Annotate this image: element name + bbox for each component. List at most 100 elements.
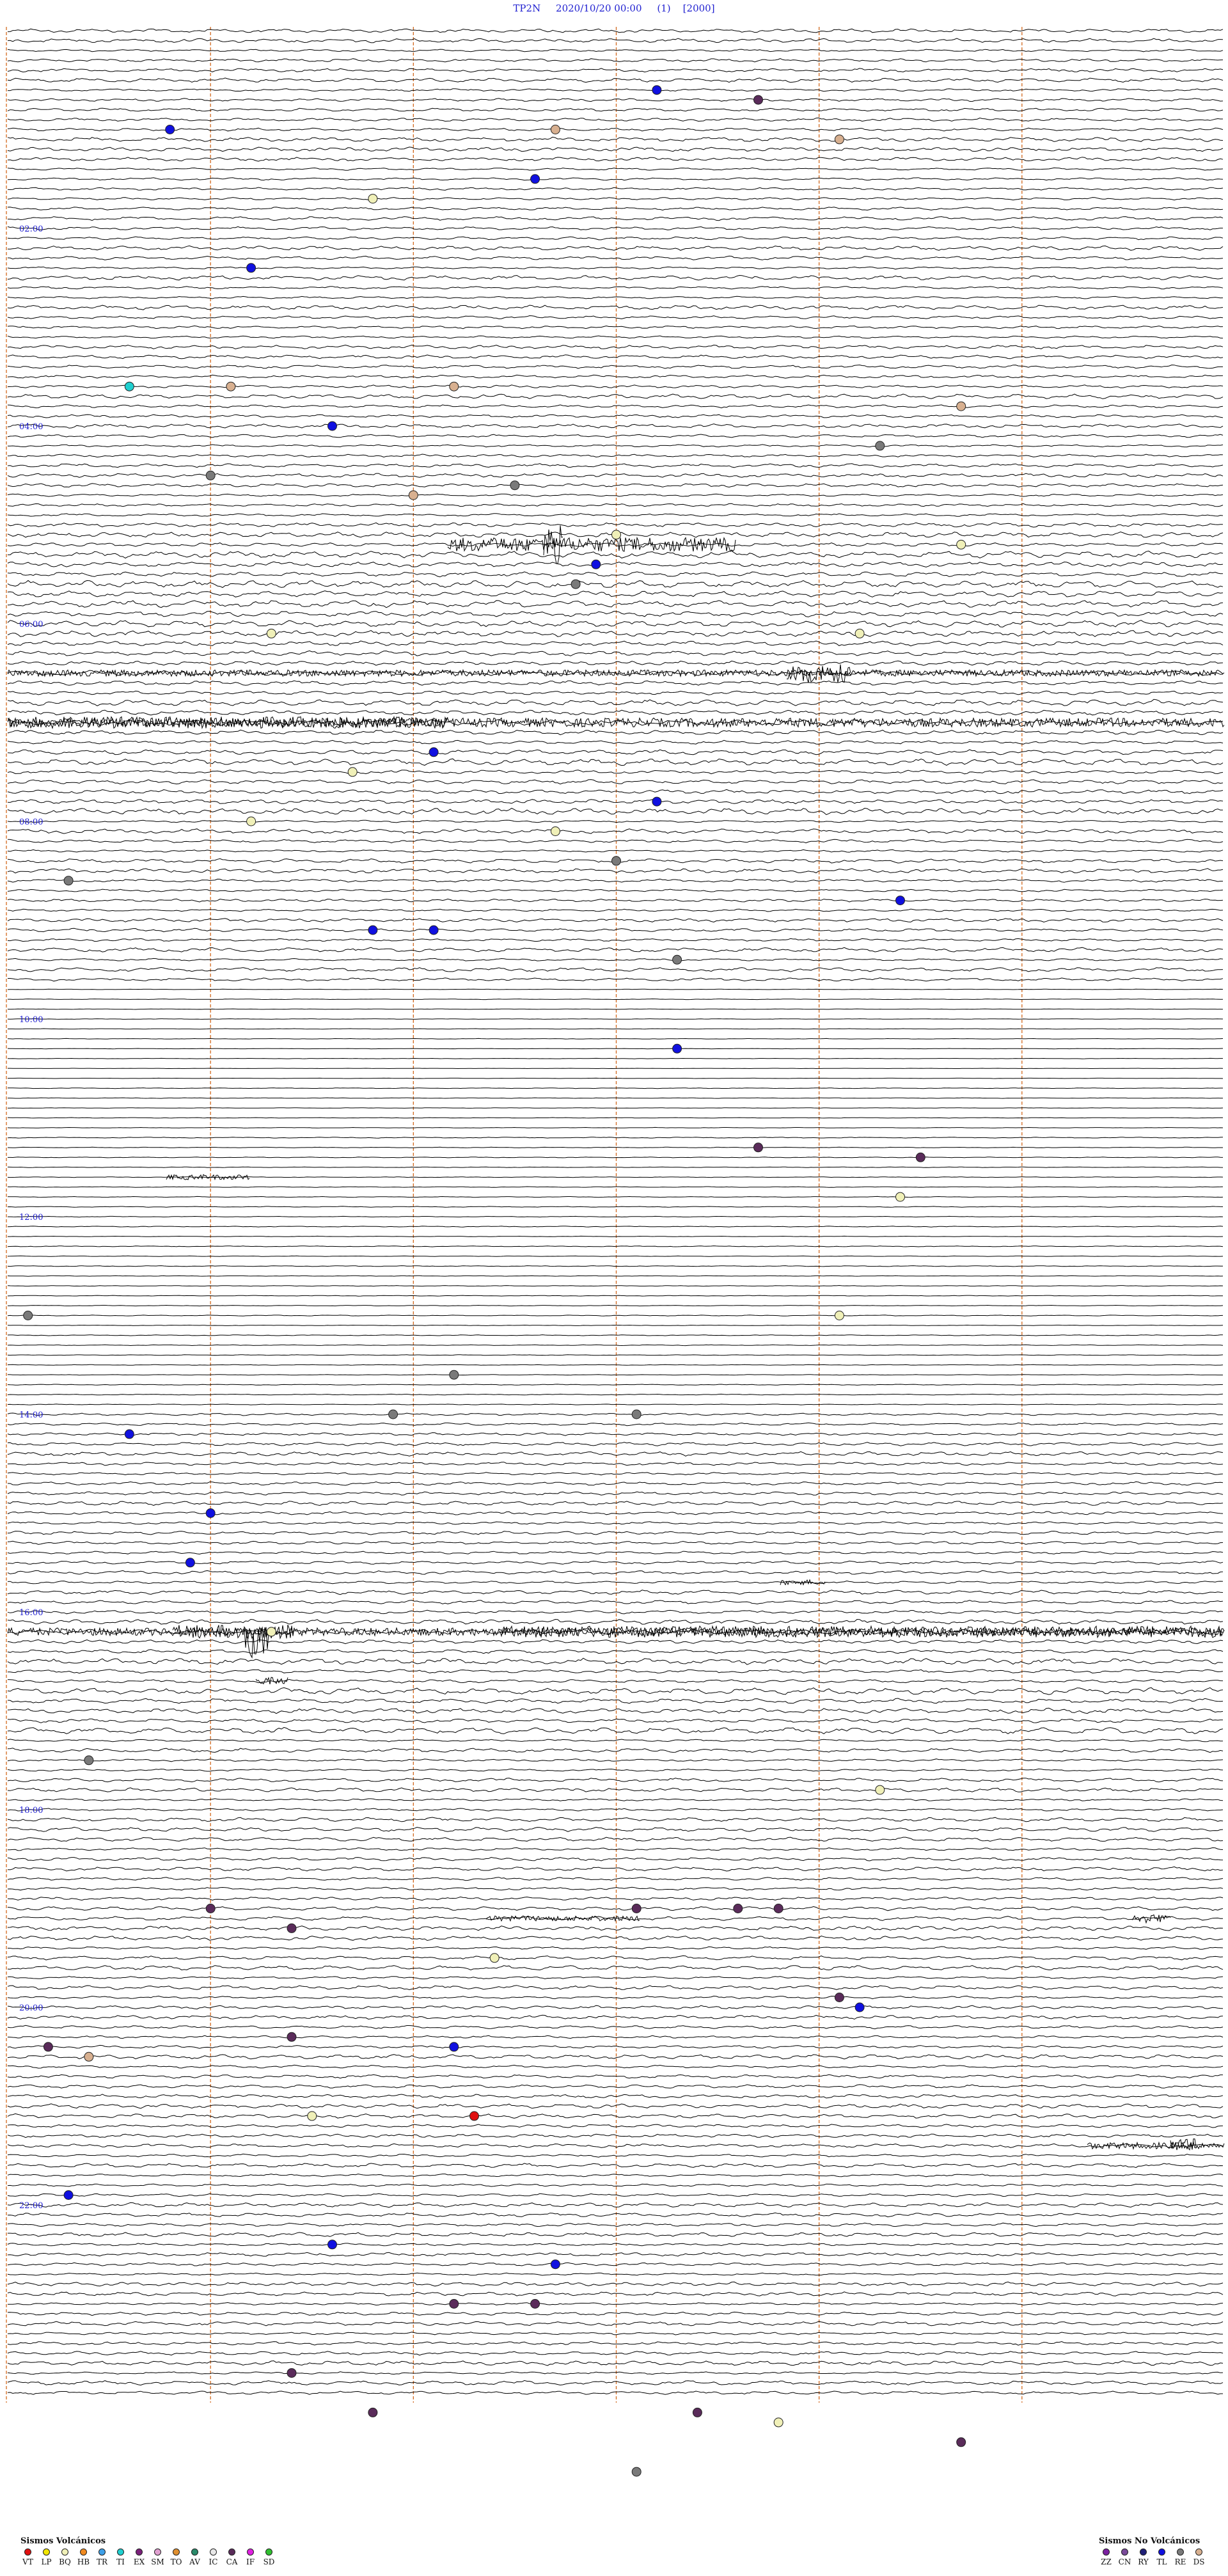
trace-row [7,709,1224,716]
trace-row [7,878,1223,883]
trace-burst [7,715,448,730]
trace-row [7,423,1224,429]
trace-row [7,364,1223,369]
trace-row [7,640,1224,647]
trace-row [7,236,1224,241]
event-marker-re [631,2467,642,2477]
trace-row [7,908,1224,912]
event-marker-ca [287,1923,297,1933]
trace-row [7,1057,1223,1059]
event-marker-tl [591,559,601,569]
event-marker-tl [246,263,256,273]
legend-volcanic: Sismos Volcánicos VT LP BQ HB TR TI EX SM TO AV IC… [20,2536,276,2566]
event-marker-tl [854,2002,865,2012]
legend-swatch [80,2548,87,2556]
event-marker-tl [327,421,337,431]
trace-row [7,1521,1224,1525]
trace-row [7,2173,1224,2177]
trace-row [7,1137,1224,1139]
trace-row [8,1157,1224,1158]
event-marker-bq [773,2417,783,2428]
trace-row [7,2212,1224,2218]
trace-row [7,325,1224,329]
trace-row [7,819,1224,823]
trace-row [7,1985,1224,1991]
trace-row [7,1570,1224,1575]
trace-row [8,1087,1223,1089]
event-marker-ca [834,1993,844,2002]
trace-row [7,947,1224,952]
hour-label: 04:00 [19,422,43,432]
trace-row [7,1491,1224,1496]
trace-row [7,1472,1224,1476]
hour-label: 10:00 [19,1015,43,1025]
event-marker-bq [854,628,865,638]
trace-burst [780,1579,826,1586]
trace-row [7,1018,1224,1020]
event-marker-ca [368,2407,378,2417]
trace-row [7,590,1224,597]
event-marker-bq [489,1953,500,1963]
trace-row [7,1856,1224,1861]
trace-row [7,739,1224,745]
trace-row [7,1955,1224,1961]
event-marker-re [449,1370,459,1380]
legend-swatch [154,2548,161,2556]
trace-row [7,1687,1224,1695]
trace-row [7,1324,1224,1326]
event-marker-ds [408,490,418,500]
trace-row [7,1580,1224,1584]
legend-item-if: IF [243,2548,258,2566]
trace-row [7,513,1224,517]
event-marker-bq [347,767,358,777]
trace-row [7,77,1224,83]
trace-burst [1131,1914,1171,1924]
trace-row [7,938,1224,942]
trace-row [7,503,1224,507]
trace-row [7,1501,1224,1506]
legend-swatch [247,2548,254,2556]
legend-item-ex: EX [132,2548,146,2566]
trace-burst [786,664,851,683]
event-marker-ca [205,1904,216,1913]
trace-row [7,770,1224,775]
trace-row [7,1925,1224,1931]
trace-row [7,1126,1224,1128]
legend-item-sm: SM [150,2548,165,2566]
trace-row [7,807,1223,816]
trace-row [7,1462,1224,1466]
event-marker-ds [84,2051,94,2062]
legend-item-cn: CN [1117,2548,1132,2566]
trace-row [7,98,1224,102]
trace-row [7,2252,1224,2257]
hour-label: 20:00 [19,2003,43,2013]
trace-row [8,1068,1224,1070]
event-marker-ds [550,125,560,134]
trace-row [7,245,1224,251]
trace-row [7,789,1224,794]
trace-row [7,414,1224,418]
event-marker-ds [834,134,844,145]
trace-row [7,2321,1224,2327]
trace-row [7,1551,1224,1555]
trace-row [7,1590,1224,1595]
legend-item-zz: ZZ [1099,2548,1114,2566]
trace-row [7,2183,1224,2187]
event-marker-re [672,954,682,965]
legend-swatch [210,2548,217,2556]
trace-row [7,444,1224,448]
trace-row [7,1609,1224,1615]
minute-gridlines [6,27,1023,2403]
legend-item-ic: IC [206,2548,221,2566]
legend-swatch [1195,2548,1202,2556]
event-marker-re [23,1311,33,1320]
trace-row [7,1758,1224,1762]
trace-row [7,1778,1224,1783]
legend-item-tl: TL [1154,2548,1169,2566]
event-marker-tl [550,2259,560,2270]
trace-row [7,2243,1224,2247]
event-marker-ti [124,381,134,391]
trace-row [7,344,1224,350]
event-marker-tl [429,925,439,935]
trace-row [7,1265,1223,1267]
